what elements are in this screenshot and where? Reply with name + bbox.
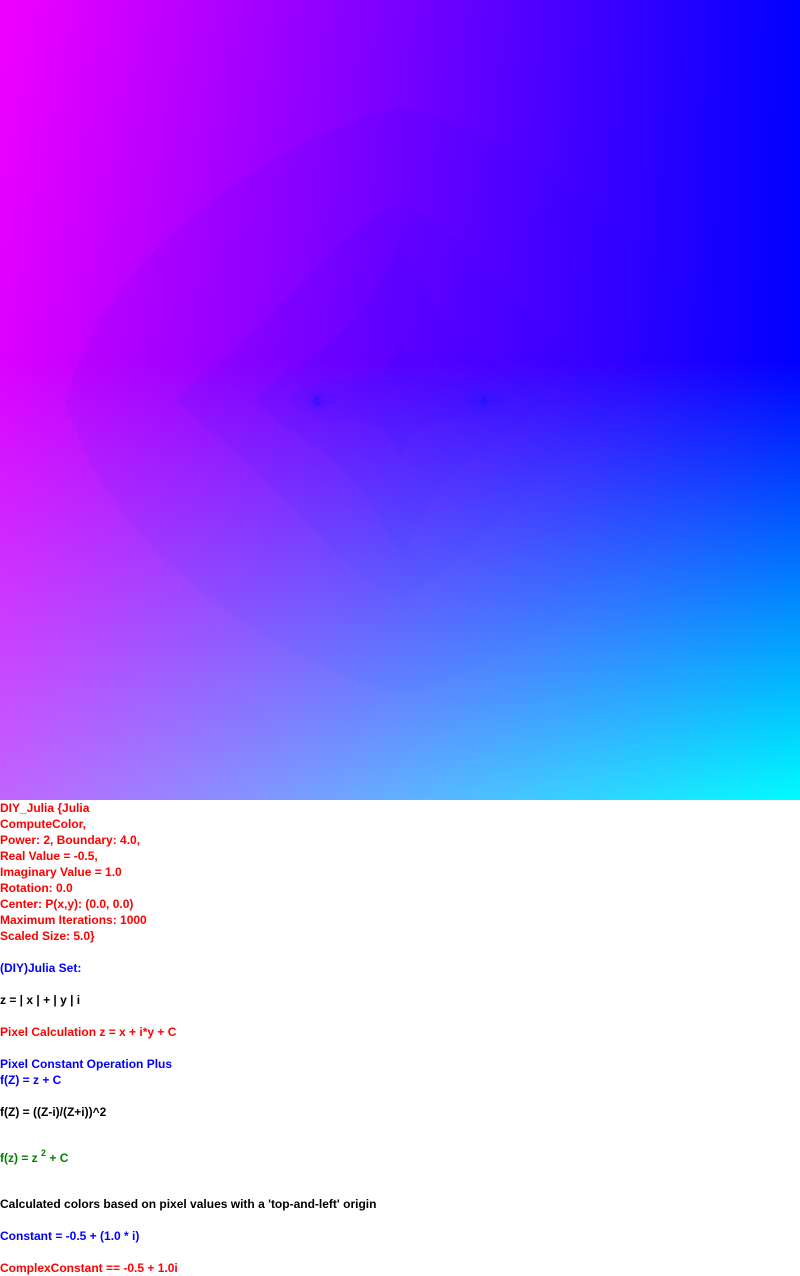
function-power-suffix: + C [46,1151,69,1165]
julia-fractal-image [0,0,800,800]
params-line-2: ComputeColor, [0,817,86,831]
colors-note: Calculated colors based on pixel values … [0,1197,377,1211]
params-line-8: Maximum Iterations: 1000 [0,913,147,927]
params-line-4: Real Value = -0.5, [0,849,98,863]
pixel-calculation: Pixel Calculation z = x + i*y + C [0,1025,177,1039]
constant-operation: Pixel Constant Operation Plus [0,1057,173,1071]
params-line-6: Rotation: 0.0 [0,881,73,895]
fractal-info-panel: DIY_Julia {Julia ComputeColor, Power: 2,… [0,800,800,1276]
complex-constant-value: ComplexConstant == -0.5 + 1.0i [0,1261,178,1275]
params-line-9: Scaled Size: 5.0} [0,929,95,943]
params-line-1: DIY_Julia {Julia [0,801,90,815]
function-power-prefix: f(z) = z [0,1151,38,1165]
params-line-7: Center: P(x,y): (0.0, 0.0) [0,897,134,911]
set-title: (DIY)Julia Set: [0,961,82,975]
constant-value: Constant = -0.5 + (1.0 * i) [0,1229,140,1243]
function-power: f(z) = z 2 + C [0,1136,800,1165]
function-plus: f(Z) = z + C [0,1073,62,1087]
params-line-3: Power: 2, Boundary: 4.0, [0,833,141,847]
params-line-5: Imaginary Value = 1.0 [0,865,122,879]
z-definition: z = | x | + | y | i [0,993,81,1007]
function-mobius: f(Z) = ((Z-i)/(Z+i))^2 [0,1105,107,1119]
